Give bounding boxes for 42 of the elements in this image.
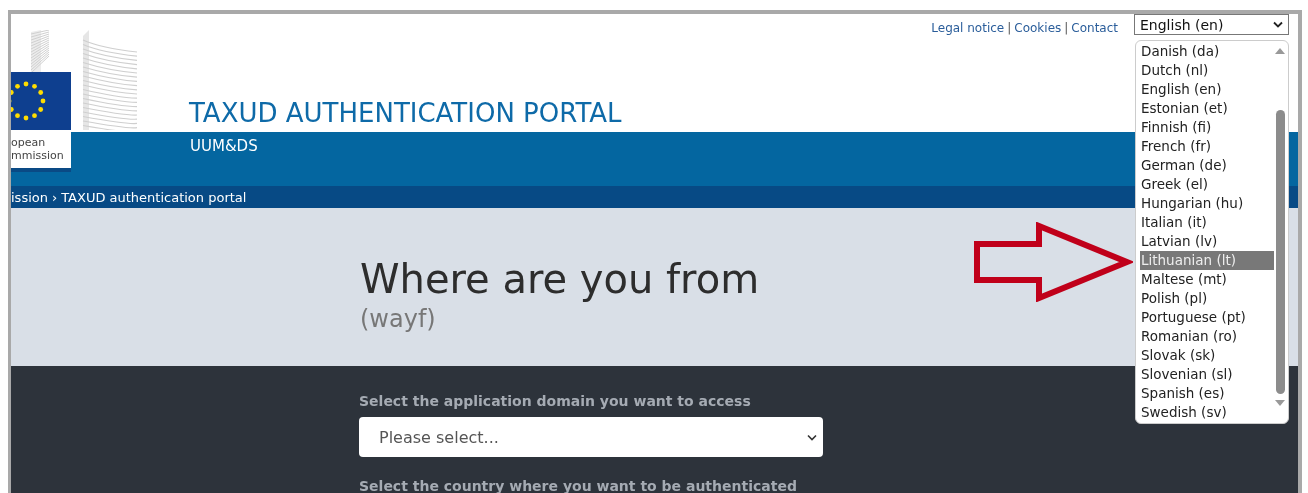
language-option[interactable]: German (de) — [1140, 156, 1274, 175]
chevron-down-icon — [807, 433, 817, 441]
language-option[interactable]: Slovak (sk) — [1140, 346, 1274, 365]
language-select[interactable]: English (en) — [1134, 14, 1289, 35]
language-option[interactable]: Romanian (ro) — [1140, 327, 1274, 346]
language-option[interactable]: Latvian (lv) — [1140, 232, 1274, 251]
site-subtitle: UUM&DS — [190, 136, 258, 156]
page-subheading: (wayf) — [360, 304, 436, 334]
header-link[interactable]: Cookies — [1014, 21, 1062, 35]
header-link[interactable]: Contact — [1071, 21, 1118, 35]
field-label: Select the application domain you want to access — [359, 392, 751, 410]
language-option[interactable]: Hungarian (hu) — [1140, 194, 1274, 213]
language-option[interactable]: Swedish (sv) — [1140, 403, 1274, 422]
language-option[interactable]: Spanish (es) — [1140, 384, 1274, 403]
chevron-down-icon — [1273, 21, 1283, 28]
language-option[interactable]: French (fr) — [1140, 137, 1274, 156]
breadcrumb-link[interactable]: TAXUD authentication portal — [61, 189, 247, 205]
language-option[interactable]: Polish (pl) — [1140, 289, 1274, 308]
page-heading: Where are you from — [360, 255, 760, 304]
domain-select[interactable]: Please select... — [359, 417, 823, 457]
language-option[interactable]: Greek (el) — [1140, 175, 1274, 194]
language-option[interactable]: English (en) — [1140, 80, 1274, 99]
site-title: TAXUD AUTHENTICATION PORTAL — [189, 97, 622, 130]
language-option[interactable]: Lithuanian (lt) — [1140, 251, 1274, 270]
breadcrumb-separator: › — [51, 189, 58, 205]
language-option[interactable]: Maltese (mt) — [1140, 270, 1274, 289]
logo-caption-text: mmission — [11, 149, 65, 162]
link-separator: | — [1007, 21, 1012, 35]
language-option[interactable]: Portuguese (pt) — [1140, 308, 1274, 327]
scrollbar-thumb[interactable] — [1275, 110, 1285, 394]
link-separator: | — [1064, 21, 1069, 35]
language-option[interactable]: Slovenian (sl) — [1140, 365, 1274, 384]
language-option[interactable]: Dutch (nl) — [1140, 61, 1274, 80]
language-option[interactable]: Italian (it) — [1140, 213, 1274, 232]
language-option[interactable]: Estonian (et) — [1140, 99, 1274, 118]
header-link[interactable]: Legal notice — [931, 21, 1005, 35]
breadcrumb-link[interactable]: ission — [11, 189, 48, 205]
language-option[interactable]: Danish (da) — [1140, 42, 1274, 61]
scroll-up-icon[interactable] — [1275, 48, 1285, 54]
language-option[interactable]: Finnish (fi) — [1140, 118, 1274, 137]
logo-caption-text: opean — [11, 136, 47, 149]
scroll-down-icon[interactable] — [1275, 400, 1285, 406]
